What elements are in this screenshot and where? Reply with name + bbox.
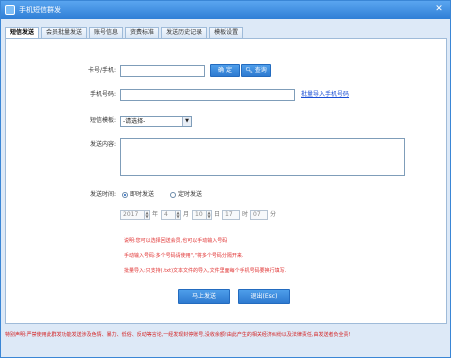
card-label: 卡号/手机: (87, 67, 116, 74)
month-spinner[interactable]: 4 ▲ ▼ (161, 210, 181, 220)
year-spinner[interactable]: 2017 ▲ ▼ (120, 210, 150, 220)
minute-unit: 分 (270, 211, 277, 218)
year-value: 2017 (123, 211, 139, 218)
mobile-input[interactable] (120, 89, 295, 101)
hint-line-2: 手动输入号码:多个号码请使用","将多个号码分隔开来. (124, 253, 244, 259)
tab-member-batch[interactable]: 会员批量发送 (41, 27, 88, 38)
window-title: 手机短信群发 (19, 6, 61, 14)
minute-spinner[interactable]: 07 (250, 210, 268, 220)
month-unit: 月 (183, 211, 190, 218)
query-button-label: 查询 (254, 67, 267, 74)
card-input[interactable] (120, 65, 205, 77)
disclaimer-note: 特别声明:严禁使用此群发功能发送涉及色情、暴力、低俗、反动等言论,一经发现封停账… (5, 332, 351, 338)
spinner-arrows-icon: ▲ ▼ (144, 210, 149, 219)
search-icon: 🔍︎ (245, 67, 253, 74)
year-unit: 年 (152, 211, 159, 218)
app-icon (5, 5, 15, 15)
app-window: 手机短信群发 ✕ 短信发送 会员批量发送 账号信息 资费标准 发送历史记录 模板… (0, 0, 451, 358)
template-label: 短信模板: (89, 117, 116, 124)
minute-value: 07 (253, 211, 261, 218)
confirm-button[interactable]: 确 定 (210, 64, 240, 77)
hour-spinner[interactable]: 17 (222, 210, 240, 220)
template-selected-value: -请选择- (123, 118, 146, 125)
close-icon[interactable]: ✕ (434, 3, 444, 15)
send-now-button[interactable]: 马上发送 (178, 289, 230, 304)
tab-pricing[interactable]: 资费标准 (125, 27, 160, 38)
send-time-label: 发送时间: (89, 191, 116, 198)
hint-line-1: 说明:您可以选择回送会员,也可以手动输入号码 (124, 238, 228, 244)
day-unit: 日 (214, 211, 221, 218)
chevron-down-icon: ▼ (182, 117, 191, 126)
tab-send-history[interactable]: 发送历史记录 (161, 27, 208, 38)
spinner-arrows-icon: ▲ ▼ (175, 210, 180, 219)
send-timed-radio[interactable] (170, 192, 176, 198)
query-button[interactable]: 🔍︎ 查询 (241, 64, 271, 77)
day-spinner[interactable]: 10 ▲ ▼ (192, 210, 212, 220)
day-value: 10 (195, 211, 203, 218)
tab-template-settings[interactable]: 模板设置 (209, 27, 244, 38)
hour-unit: 时 (242, 211, 249, 218)
mobile-label: 手机号码: (89, 91, 116, 98)
tab-account-info[interactable]: 账号信息 (89, 27, 124, 38)
hint-line-3: 批量导入:只支持(.txt)文本文件的导入,文件里面每个手机号码要换行填写. (124, 268, 287, 274)
title-bar[interactable]: 手机短信群发 ✕ (1, 1, 450, 19)
send-now-label: 即时发送 (130, 191, 155, 198)
hour-value: 17 (225, 211, 233, 218)
sms-send-panel: 卡号/手机: 确 定 🔍︎ 查询 手机号码: 批量导入手机号码 短信模板: -请… (5, 38, 447, 324)
spinner-arrows-icon: ▲ ▼ (206, 210, 211, 219)
content-label: 发送内容: (89, 141, 116, 148)
template-select[interactable]: -请选择- ▼ (120, 116, 192, 127)
import-numbers-link[interactable]: 批量导入手机号码 (301, 90, 349, 100)
send-timed-label: 定时发送 (178, 191, 203, 198)
send-now-radio[interactable] (122, 192, 128, 198)
month-value: 4 (164, 211, 168, 218)
content-textarea[interactable] (120, 138, 405, 176)
exit-button[interactable]: 退出(Esc) (238, 289, 290, 304)
